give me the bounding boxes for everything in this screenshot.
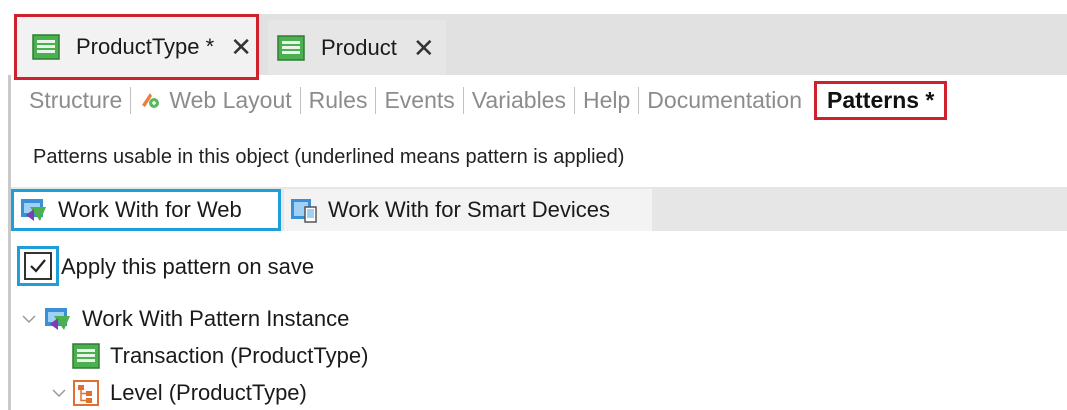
transaction-icon [72, 343, 100, 369]
work-with-pattern-icon [45, 308, 70, 330]
doc-tab-label: Product [321, 34, 397, 60]
close-icon[interactable]: ✕ [413, 35, 435, 61]
tab-help[interactable]: Help [573, 86, 638, 114]
tab-web-layout[interactable]: Web Layout [130, 86, 299, 114]
tab-work-with-for-smart-devices-label: Work With for Smart Devices [328, 197, 610, 222]
tab-structure[interactable]: Structure [14, 87, 130, 114]
tab-documentation[interactable]: Documentation [638, 86, 810, 114]
work-with-web-icon [21, 199, 46, 221]
checkmark-icon [30, 259, 46, 273]
chevron-down-icon[interactable] [50, 384, 68, 402]
apply-on-save-label: Apply this pattern on save [61, 254, 315, 279]
transaction-icon [277, 34, 305, 61]
work-with-smart-devices-icon [291, 199, 317, 223]
tree-node-label: Transaction (ProductType) [110, 343, 369, 368]
tree-node-label: Level (ProductType) [110, 380, 307, 405]
patterns-description: Patterns usable in this object (underlin… [33, 146, 625, 168]
object-part-tabs: Structure Web Layout Rules Events Variab… [14, 78, 948, 122]
tree-node-work-with-pattern-instance[interactable]: Work With Pattern Instance [20, 305, 349, 333]
tree-node-level[interactable]: Level (ProductType) [50, 379, 307, 407]
document-tabstrip: ProductType * ✕ Product ✕ [0, 0, 1067, 80]
tab-patterns[interactable]: Patterns * [814, 80, 948, 120]
level-icon [73, 380, 99, 406]
transaction-icon [32, 34, 60, 60]
tree-node-transaction[interactable]: Transaction (ProductType) [72, 342, 368, 370]
close-icon[interactable]: ✕ [230, 34, 252, 60]
panel-left-border [8, 75, 11, 410]
chevron-down-icon[interactable] [20, 310, 38, 328]
doc-tab-product[interactable]: Product ✕ [268, 20, 446, 75]
apply-on-save-highlight [17, 246, 59, 286]
tab-variables[interactable]: Variables [462, 86, 574, 114]
tab-rules[interactable]: Rules [299, 86, 376, 114]
doc-tab-label: ProductType * [76, 34, 215, 59]
tab-work-with-for-smart-devices[interactable]: Work With for Smart Devices [284, 189, 652, 231]
tab-work-with-for-web-label: Work With for Web [58, 197, 242, 222]
web-layout-icon [142, 93, 160, 108]
tree-node-label: Work With Pattern Instance [82, 306, 350, 331]
doc-tab-producttype[interactable]: ProductType * ✕ [14, 14, 259, 80]
tab-events[interactable]: Events [375, 86, 462, 114]
tab-web-layout-label: Web Layout [169, 86, 292, 113]
tab-work-with-for-web[interactable]: Work With for Web [11, 189, 281, 231]
apply-on-save-checkbox[interactable] [24, 252, 52, 280]
